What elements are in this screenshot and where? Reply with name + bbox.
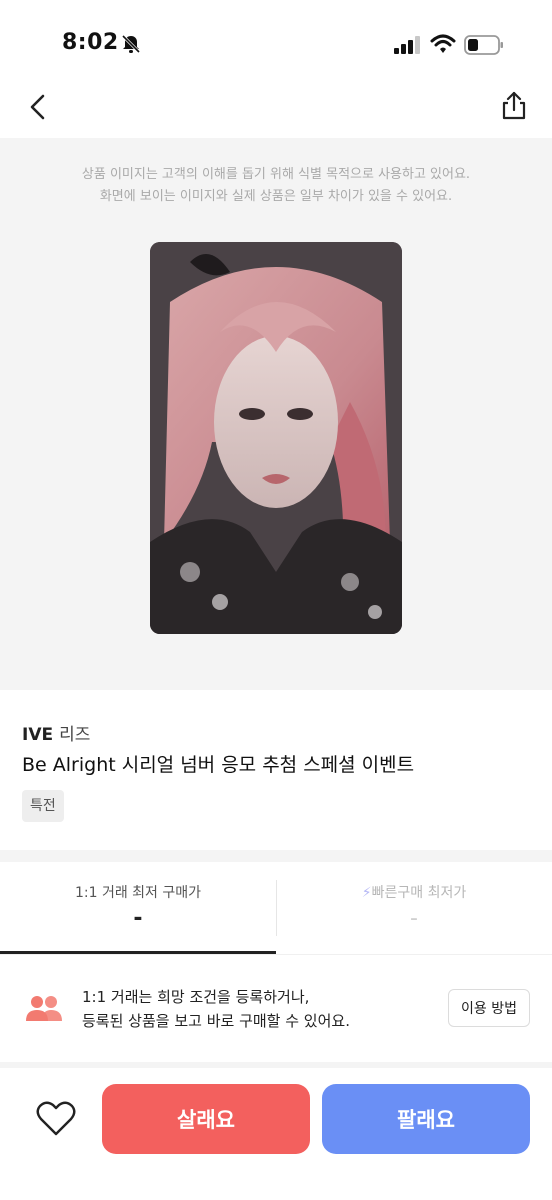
- status-bar: 8:02: [0, 0, 552, 80]
- info-row: 1:1 거래는 희망 조건을 등록하거나, 등록된 상품을 보고 바로 구매할 …: [0, 954, 552, 1062]
- member-name[interactable]: 리즈: [59, 725, 90, 745]
- tab-label-text: 빠른구매 최저가: [371, 885, 467, 901]
- product-title: Be Alright 시리얼 넘버 응모 추첨 스페셜 이벤트: [22, 754, 415, 776]
- product-image-area: 상품 이미지는 고객의 이해를 돕기 위해 식별 목적으로 사용하고 있어요. …: [0, 138, 552, 690]
- info-text-line-2: 등록된 상품을 보고 바로 구매할 수 있어요.: [82, 1012, 350, 1030]
- tab-value: -: [133, 906, 143, 931]
- buy-button[interactable]: 살래요: [102, 1084, 310, 1154]
- price-tabs: 1:1 거래 최저 구매가 - ⚡빠른구매 최저가 -: [0, 862, 552, 954]
- nav-bar: [0, 80, 552, 138]
- lightning-icon: ⚡: [361, 885, 372, 901]
- tab-one-to-one-price[interactable]: 1:1 거래 최저 구매가 -: [0, 862, 276, 954]
- product-info: IVE 리즈 Be Alright 시리얼 넘버 응모 추첨 스페셜 이벤트 특전: [0, 690, 552, 850]
- share-icon[interactable]: [498, 90, 530, 122]
- chevron-left-icon[interactable]: [24, 92, 54, 122]
- image-notice-line-1: 상품 이미지는 고객의 이해를 돕기 위해 식별 목적으로 사용하고 있어요.: [81, 167, 471, 182]
- info-text-line-1: 1:1 거래는 희망 조건을 등록하거나,: [82, 988, 310, 1006]
- wifi-icon: [430, 34, 456, 53]
- section-divider: [0, 850, 552, 862]
- bell-slash-icon: [121, 34, 141, 54]
- status-time: 8:02: [62, 30, 119, 55]
- heart-icon[interactable]: [34, 1096, 78, 1140]
- how-to-use-button[interactable]: 이용 방법: [448, 989, 530, 1027]
- tab-label: ⚡빠른구매 최저가: [276, 882, 552, 902]
- product-photo[interactable]: [150, 242, 402, 634]
- info-text: 1:1 거래는 희망 조건을 등록하거나, 등록된 상품을 보고 바로 구매할 …: [82, 985, 350, 1033]
- battery-icon: [464, 35, 503, 55]
- tab-value: -: [410, 906, 418, 931]
- tag-badge: 특전: [22, 790, 64, 822]
- group-name[interactable]: IVE: [22, 725, 53, 745]
- image-notice-line-2: 화면에 보이는 이미지와 실제 상품은 일부 차이가 있을 수 있어요.: [99, 189, 453, 204]
- image-notice: 상품 이미지는 고객의 이해를 돕기 위해 식별 목적으로 사용하고 있어요. …: [0, 164, 552, 208]
- signal-icon: [394, 36, 420, 54]
- bottom-action-bar: 살래요 팔래요: [0, 1068, 552, 1200]
- tab-label: 1:1 거래 최저 구매가: [74, 885, 202, 901]
- tab-quick-buy-price[interactable]: ⚡빠른구매 최저가 -: [276, 862, 552, 954]
- artist-line: IVE 리즈: [22, 720, 90, 745]
- people-icon: [26, 996, 62, 1021]
- sell-button[interactable]: 팔래요: [322, 1084, 530, 1154]
